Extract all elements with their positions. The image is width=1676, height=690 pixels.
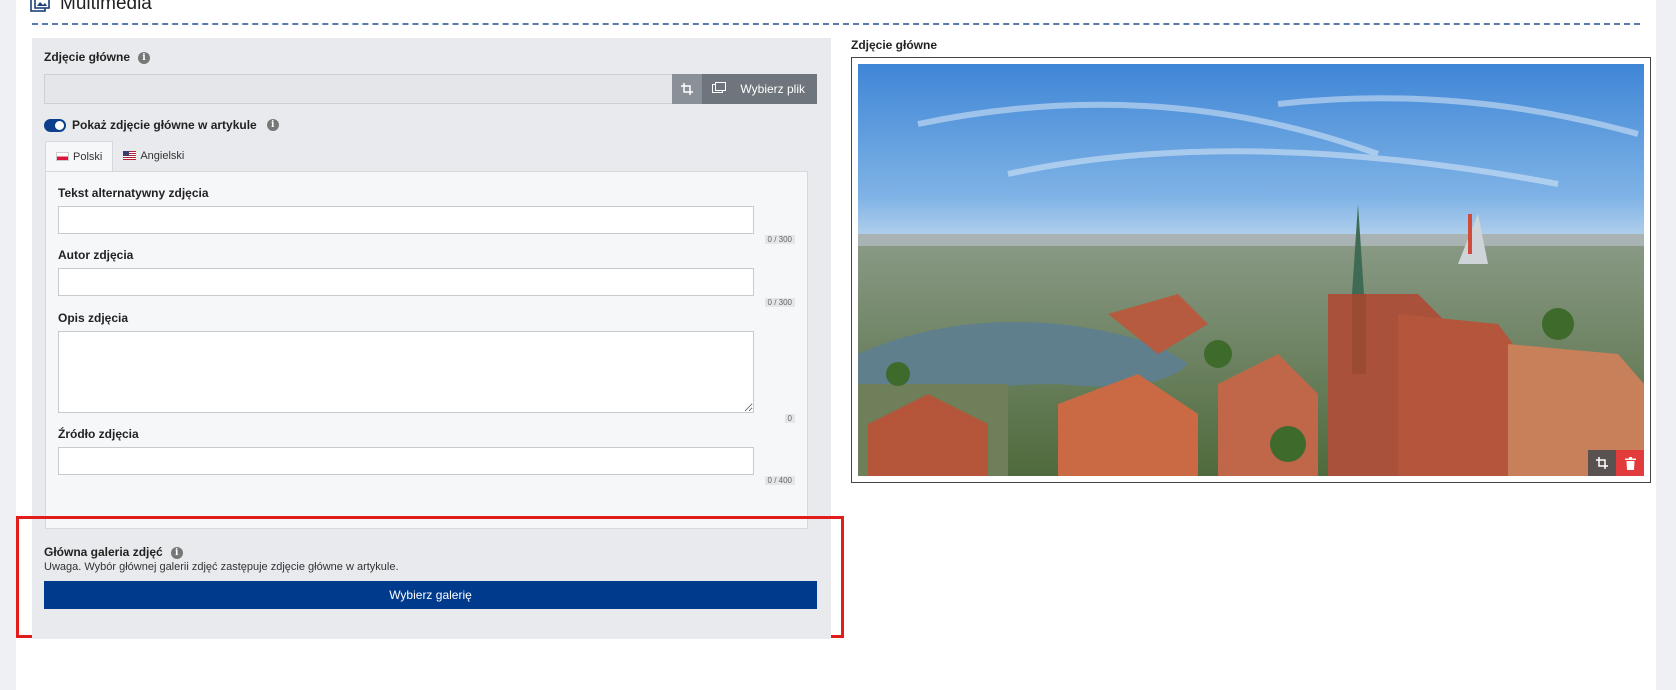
- gallery-note: Uwaga. Wybór głównej galerii zdjęć zastę…: [44, 561, 399, 573]
- info-icon[interactable]: i: [170, 546, 183, 559]
- info-icon[interactable]: i: [138, 51, 151, 64]
- show-in-article-toggle[interactable]: [44, 118, 66, 132]
- description-textarea[interactable]: [58, 331, 754, 413]
- tab-label: Polski: [73, 150, 103, 163]
- poland-flag-icon: [56, 152, 69, 161]
- preview-photo: [858, 64, 1644, 476]
- show-in-article-row: Pokaż zdjęcie główne w artykule i: [44, 118, 279, 132]
- source-input[interactable]: [58, 447, 754, 475]
- preview-label: Zdjęcie główne: [851, 38, 938, 52]
- source-counter: 0 / 400: [764, 476, 795, 485]
- gallery-label-row: Główna galeria zdjęć i: [44, 545, 183, 559]
- preview-delete-button[interactable]: [1616, 450, 1644, 476]
- description-counter: 0: [784, 414, 795, 423]
- main-photo-label: Zdjęcie główne: [44, 50, 131, 64]
- alt-text-label: Tekst alternatywny zdjęcia: [58, 186, 209, 200]
- crop-button[interactable]: [672, 74, 702, 104]
- tab-panel-polski: Tekst alternatywny zdjęcia 0 / 300 Autor…: [45, 171, 808, 529]
- language-tabs: Polski Angielski: [45, 141, 194, 171]
- alt-text-input[interactable]: [58, 206, 754, 234]
- show-in-article-label: Pokaż zdjęcie główne w artykule: [72, 118, 257, 132]
- alt-text-counter: 0 / 300: [764, 235, 795, 244]
- author-counter: 0 / 300: [764, 298, 795, 307]
- tab-polski[interactable]: Polski: [45, 141, 114, 171]
- section-header: Multimedia: [30, 0, 152, 22]
- main-photo-panel: Zdjęcie główne i Wybierz plik Pokaż zdjęc…: [32, 38, 831, 541]
- choose-gallery-button[interactable]: Wybierz galerię: [44, 581, 817, 609]
- section-title: Multimedia: [60, 0, 152, 14]
- crop-icon: [1596, 457, 1608, 469]
- trash-icon: [1624, 456, 1636, 470]
- file-path-input[interactable]: [44, 74, 673, 104]
- section-divider: [32, 23, 1640, 25]
- gallery-icon: [712, 82, 726, 93]
- description-label: Opis zdjęcia: [58, 311, 129, 325]
- preview-crop-button[interactable]: [1588, 450, 1616, 476]
- choose-file-button[interactable]: Wybierz plik: [702, 74, 817, 104]
- multimedia-page: Multimedia Zdjęcie główne i Wybierz plik …: [16, 0, 1656, 690]
- file-picker: Wybierz plik: [44, 74, 831, 104]
- tab-label: Angielski: [140, 149, 185, 162]
- images-icon: [30, 0, 50, 12]
- crop-icon: [681, 83, 693, 95]
- tab-angielski[interactable]: Angielski: [113, 141, 194, 170]
- gallery-panel: Główna galeria zdjęć i Uwaga. Wybór główn…: [32, 531, 831, 639]
- info-icon[interactable]: i: [266, 119, 279, 131]
- us-flag-icon: [123, 151, 137, 160]
- author-input[interactable]: [58, 268, 754, 296]
- gallery-label: Główna galeria zdjęć: [44, 545, 163, 559]
- author-label: Autor zdjęcia: [58, 248, 134, 262]
- preview-tools: [1588, 450, 1644, 476]
- choose-file-label: Wybierz plik: [740, 82, 805, 96]
- preview-box: [851, 57, 1651, 483]
- source-label: Źródło zdjęcia: [58, 427, 139, 441]
- main-photo-label-row: Zdjęcie główne i: [44, 50, 151, 64]
